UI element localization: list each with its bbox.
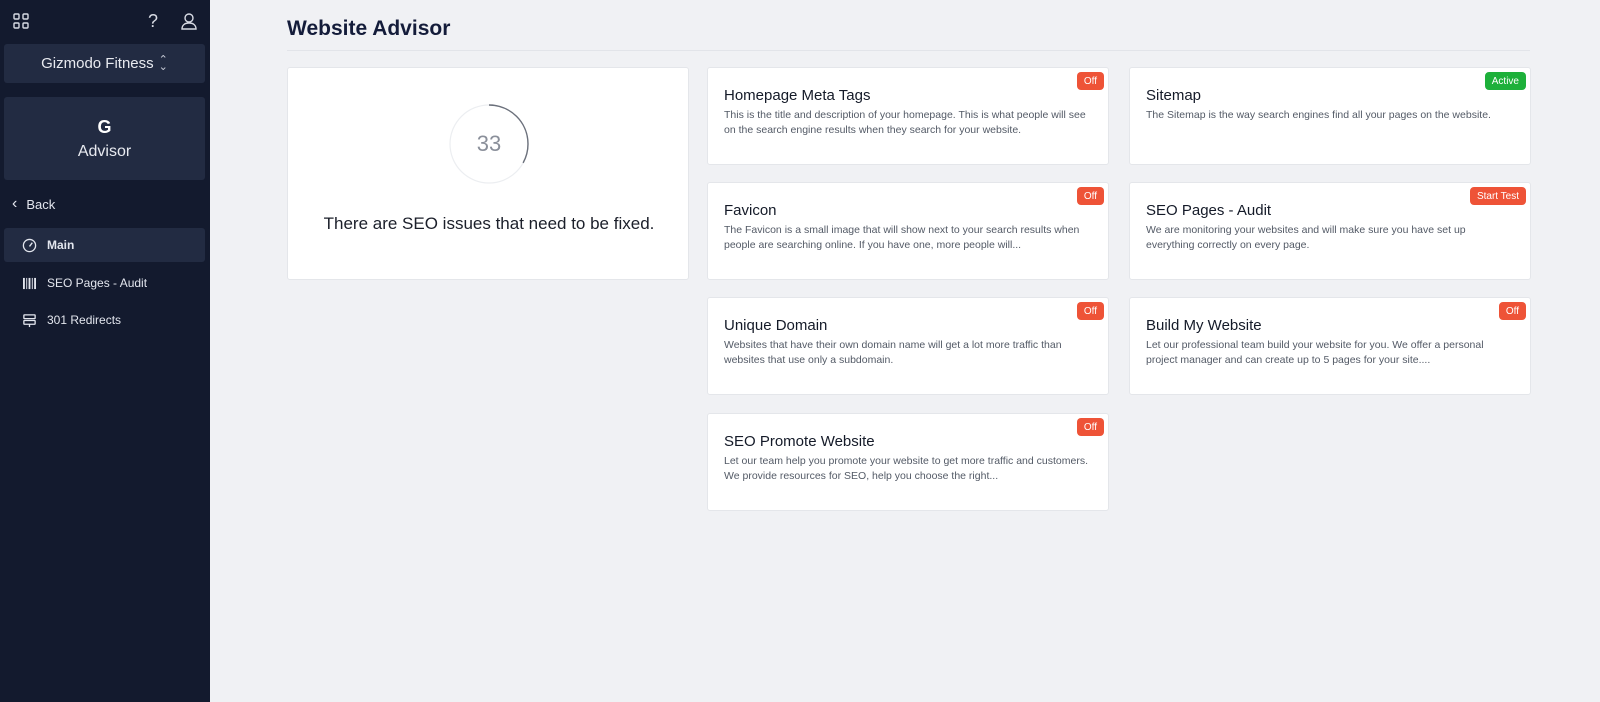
sidebar-top-bar: ? bbox=[0, 0, 210, 42]
card-title: Build My Website bbox=[1146, 317, 1262, 334]
app-name: Advisor bbox=[77, 142, 132, 160]
sidebar-item-label: SEO Pages - Audit bbox=[47, 276, 148, 290]
advisor-card-homepage-meta-tags[interactable]: Off Homepage Meta Tags This is the title… bbox=[707, 67, 1109, 165]
back-link[interactable]: ‹ Back bbox=[12, 196, 55, 212]
sidebar-item-seo-pages-audit[interactable]: SEO Pages - Audit bbox=[4, 266, 205, 300]
gauge-icon bbox=[21, 237, 37, 253]
page-title: Website Advisor bbox=[287, 17, 451, 40]
app-card: G Advisor bbox=[4, 97, 205, 180]
status-badge[interactable]: Off bbox=[1076, 72, 1104, 90]
card-description: Let our professional team build your web… bbox=[1146, 339, 1484, 366]
advisor-card-seo-promote-website[interactable]: Off SEO Promote Website Let our team hel… bbox=[707, 413, 1109, 511]
status-badge[interactable]: Active bbox=[1484, 72, 1526, 90]
card-description: We are monitoring your websites and will… bbox=[1146, 224, 1466, 251]
help-icon[interactable]: ? bbox=[148, 11, 158, 32]
card-title: Homepage Meta Tags bbox=[724, 87, 871, 104]
advisor-card-unique-domain[interactable]: Off Unique Domain Websites that have the… bbox=[707, 297, 1109, 395]
apps-grid-icon[interactable] bbox=[12, 12, 30, 30]
card-description: Let our team help you promote your websi… bbox=[724, 455, 1088, 482]
seo-score-card: 33 There are SEO issues that need to be … bbox=[287, 67, 689, 280]
card-title: SEO Promote Website bbox=[724, 433, 875, 450]
back-label: Back bbox=[26, 196, 56, 212]
status-badge[interactable]: Off bbox=[1076, 187, 1104, 205]
card-title: SEO Pages - Audit bbox=[1146, 202, 1272, 219]
card-title: Sitemap bbox=[1146, 87, 1202, 104]
title-divider bbox=[287, 50, 1530, 51]
card-description: The Favicon is a small image that will s… bbox=[724, 224, 1080, 251]
card-title: Favicon bbox=[724, 202, 777, 219]
status-badge[interactable]: Off bbox=[1076, 302, 1104, 320]
advisor-card-favicon[interactable]: Off Favicon The Favicon is a small image… bbox=[707, 182, 1109, 280]
site-switcher[interactable]: Gizmodo Fitness ⌃ ⌄ bbox=[4, 44, 205, 83]
signpost-icon bbox=[21, 312, 37, 328]
card-description: The Sitemap is the way search engines fi… bbox=[1146, 109, 1491, 121]
sidebar-item-main[interactable]: Main bbox=[4, 228, 205, 262]
chevron-up-down-icon: ⌃ ⌄ bbox=[158, 53, 168, 73]
user-icon[interactable] bbox=[180, 12, 198, 30]
sidebar-item-301-redirects[interactable]: 301 Redirects bbox=[4, 303, 205, 337]
seo-score-message: There are SEO issues that need to be fix… bbox=[323, 214, 655, 233]
status-badge[interactable]: Off bbox=[1076, 418, 1104, 436]
chevron-left-icon: ‹ bbox=[12, 195, 18, 212]
card-description: This is the title and description of you… bbox=[724, 109, 1086, 136]
sidebar-item-label: 301 Redirects bbox=[47, 313, 122, 327]
card-description: Websites that have their own domain name… bbox=[724, 339, 1062, 366]
advisor-card-seo-pages-audit[interactable]: Start Test SEO Pages - Audit We are moni… bbox=[1129, 182, 1531, 280]
barcode-icon bbox=[21, 275, 37, 291]
advisor-card-build-my-website[interactable]: Off Build My Website Let our professiona… bbox=[1129, 297, 1531, 395]
status-badge[interactable]: Off bbox=[1498, 302, 1526, 320]
sidebar-item-label: Main bbox=[47, 238, 75, 252]
start-test-button[interactable]: Start Test bbox=[1469, 187, 1526, 205]
sidebar: ? Gizmodo Fitness ⌃ ⌄ G Advisor ‹ Back Ma… bbox=[0, 0, 210, 702]
card-title: Unique Domain bbox=[724, 317, 828, 334]
site-name: Gizmodo Fitness bbox=[41, 55, 154, 72]
seo-score-value: 33 bbox=[476, 131, 502, 156]
app-logo: G bbox=[97, 116, 112, 137]
advisor-card-sitemap[interactable]: Active Sitemap The Sitemap is the way se… bbox=[1129, 67, 1531, 165]
